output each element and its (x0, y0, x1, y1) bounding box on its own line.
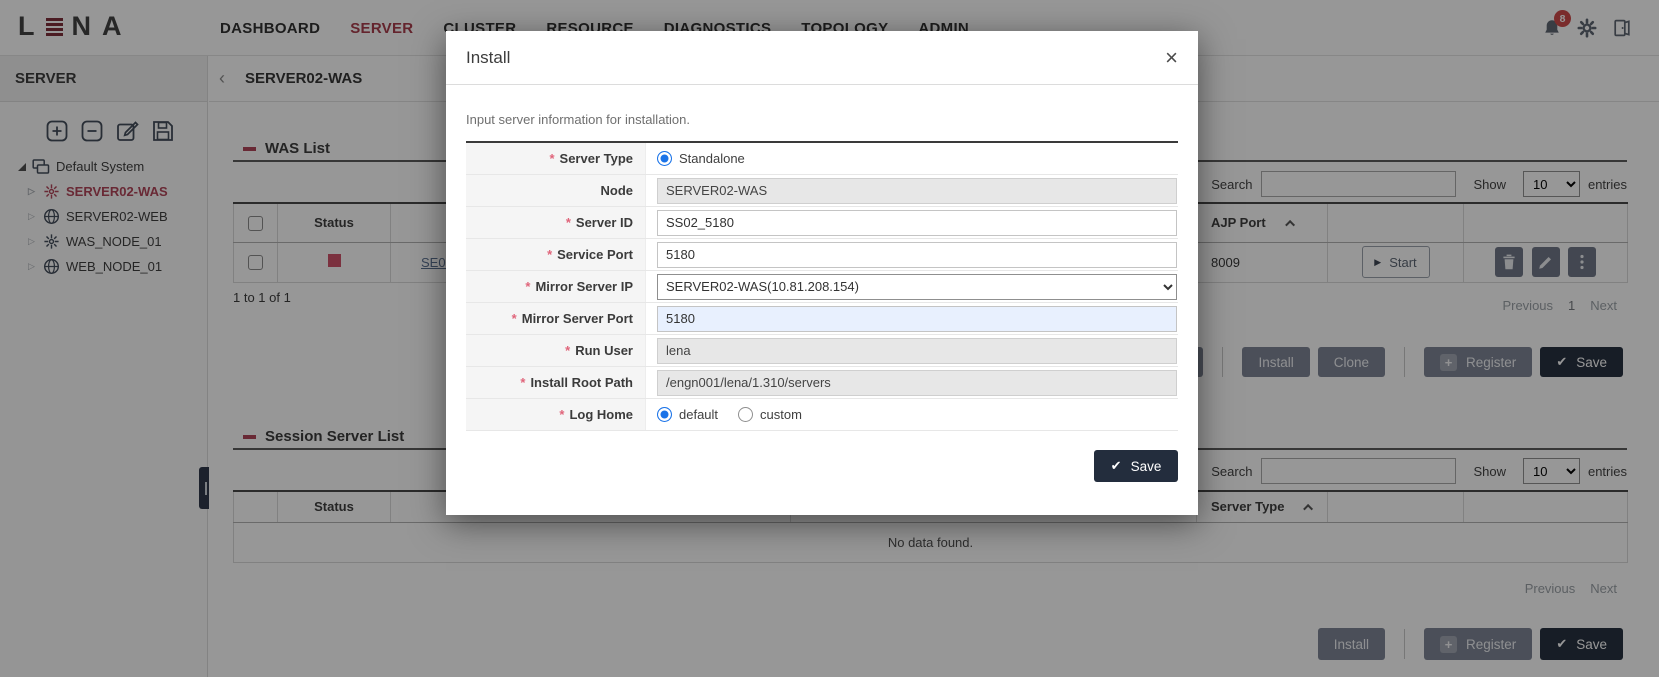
modal-header: Install × (446, 31, 1198, 85)
run-user-field (657, 338, 1177, 364)
required-mark: * (520, 375, 525, 390)
form-row-mirror-server-ip: * Mirror Server IP SERVER02-WAS(10.81.20… (466, 271, 1178, 303)
radio-label[interactable]: default (679, 407, 718, 422)
log-home-custom-radio[interactable] (738, 407, 753, 422)
radio-label[interactable]: Standalone (679, 151, 745, 166)
server-id-field[interactable] (657, 210, 1177, 236)
form-row-service-port: * Service Port (466, 239, 1178, 271)
field-label: Mirror Server Port (522, 311, 633, 326)
field-label: Server Type (560, 151, 633, 166)
form-row-server-type: * Server Type Standalone (466, 143, 1178, 175)
node-field (657, 178, 1177, 204)
close-icon[interactable]: × (1165, 47, 1178, 69)
form-row-run-user: * Run User (466, 335, 1178, 367)
required-mark: * (512, 311, 517, 326)
field-label: Server ID (576, 215, 633, 230)
form-row-server-id: * Server ID (466, 207, 1178, 239)
field-label: Service Port (557, 247, 633, 262)
required-mark: * (565, 343, 570, 358)
radio-label[interactable]: custom (760, 407, 802, 422)
form-row-mirror-server-port: * Mirror Server Port (466, 303, 1178, 335)
required-mark: * (525, 279, 530, 294)
form-row-node: Node (466, 175, 1178, 207)
log-home-default-radio[interactable] (657, 407, 672, 422)
install-root-path-field (657, 370, 1177, 396)
service-port-field[interactable] (657, 242, 1177, 268)
field-label: Run User (575, 343, 633, 358)
check-icon: ✔ (1111, 458, 1122, 474)
install-modal: Install × Input server information for i… (446, 31, 1198, 515)
mirror-server-ip-select[interactable]: SERVER02-WAS(10.81.208.154) (657, 274, 1177, 300)
modal-save-button[interactable]: ✔ Save (1094, 450, 1178, 482)
field-label: Install Root Path (530, 375, 633, 390)
required-mark: * (549, 151, 554, 166)
modal-description: Input server information for installatio… (446, 85, 1198, 127)
form-row-install-root-path: * Install Root Path (466, 367, 1178, 399)
required-mark: * (566, 215, 571, 230)
server-type-standalone-radio[interactable] (657, 151, 672, 166)
mirror-server-port-field[interactable] (657, 306, 1177, 332)
required-mark: * (547, 247, 552, 262)
modal-title: Install (466, 48, 510, 68)
required-mark: * (559, 407, 564, 422)
field-label: Log Home (569, 407, 633, 422)
app-screen: L N A DASHBOARD SERVER CLUSTER RESOURCE … (0, 0, 1659, 677)
form-row-log-home: * Log Home default custom (466, 399, 1178, 431)
install-form: * Server Type Standalone Node * Server I… (466, 141, 1178, 431)
field-label: Node (601, 183, 634, 198)
field-label: Mirror Server IP (535, 279, 633, 294)
